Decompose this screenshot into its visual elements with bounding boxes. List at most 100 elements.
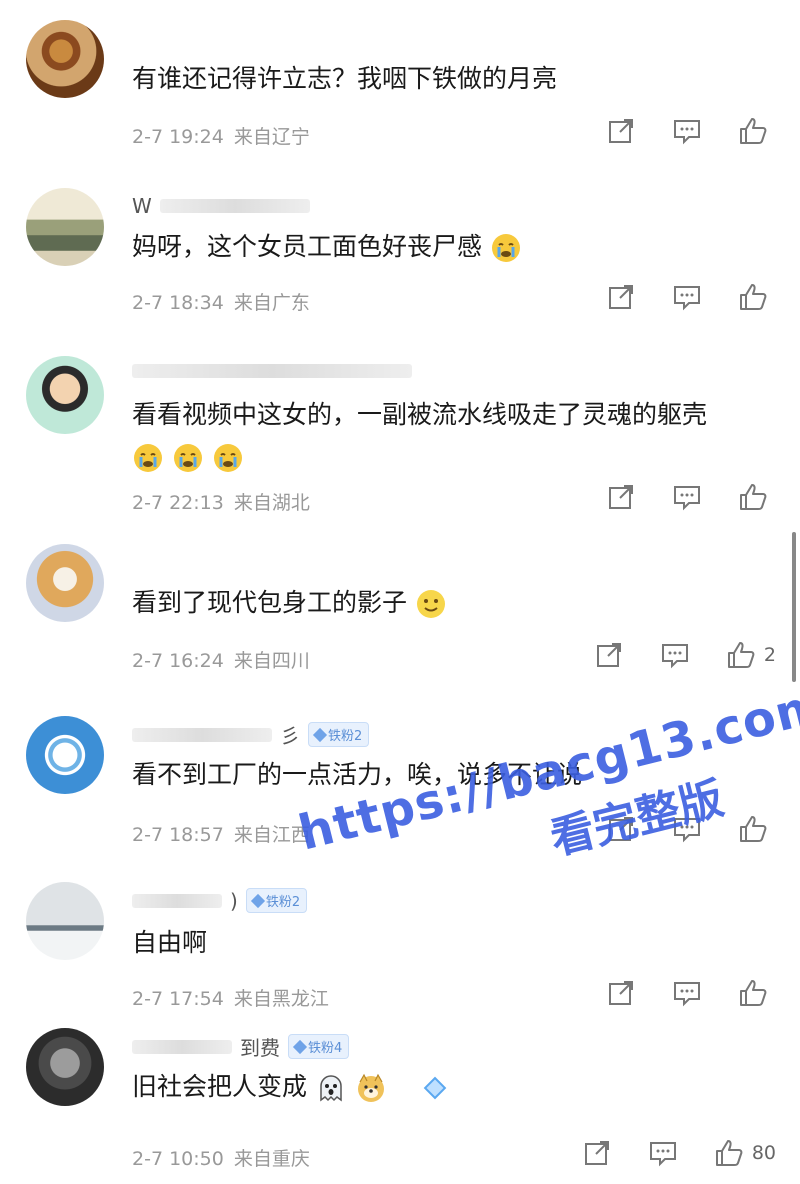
comment-time: 2-7 18:57 xyxy=(132,824,224,846)
crying-face-emoji xyxy=(173,444,202,472)
like-button[interactable]: 80 xyxy=(714,1138,776,1168)
comment-time: 2-7 18:34 xyxy=(132,292,224,314)
reply-button[interactable] xyxy=(660,640,690,670)
reply-button[interactable] xyxy=(672,978,702,1008)
share-icon xyxy=(596,643,621,667)
comment-username[interactable] xyxy=(132,364,412,378)
share-button[interactable] xyxy=(594,640,624,670)
like-button[interactable]: 2 xyxy=(726,640,776,670)
like-button[interactable] xyxy=(738,282,776,312)
comment-icon xyxy=(674,286,700,311)
like-button[interactable] xyxy=(738,978,776,1008)
comment-actions xyxy=(606,282,776,312)
comment-item: W 妈呀，这个女员工面色好丧尸感 2-7 18:34 来自广东 xyxy=(0,166,800,335)
comment-icon xyxy=(674,120,700,145)
comment-time: 2-7 22:13 xyxy=(132,492,224,514)
blurred-username xyxy=(132,727,272,742)
comment-time: 2-7 16:24 xyxy=(132,650,224,672)
share-button[interactable] xyxy=(606,978,636,1008)
comment-meta: 2-7 18:57 来自江西 xyxy=(132,820,310,847)
comment-location: 来自辽宁 xyxy=(233,126,310,148)
like-count: 2 xyxy=(763,644,776,666)
comment-text: 看不到工厂的一点活力，唉，说多不让说 xyxy=(132,760,583,789)
like-count: 80 xyxy=(751,1142,776,1164)
comment-icon xyxy=(674,982,700,1007)
comment-text: 妈呀，这个女员工面色好丧尸感 xyxy=(132,226,780,268)
like-button[interactable] xyxy=(738,814,776,844)
comment-username[interactable]: 到费 铁粉4 xyxy=(132,1032,350,1061)
comment-item: 到费 铁粉4 旧社会把人变成 2-7 10:50 来自重庆 80 xyxy=(0,1018,800,1184)
blurred-username xyxy=(132,1039,232,1054)
comment-username[interactable]: W xyxy=(132,194,310,218)
comment-actions xyxy=(606,482,776,512)
comment-meta: 2-7 19:24 来自辽宁 xyxy=(132,122,310,149)
reply-button[interactable] xyxy=(672,116,702,146)
thumbs-up-icon xyxy=(740,118,767,144)
scrollbar[interactable] xyxy=(792,532,796,682)
avatar[interactable] xyxy=(26,356,104,434)
comment-time: 2-7 19:24 xyxy=(132,126,224,148)
reply-button[interactable] xyxy=(672,814,702,844)
reply-button[interactable] xyxy=(672,482,702,512)
comment-actions: 2 xyxy=(594,640,776,670)
like-button[interactable] xyxy=(738,116,776,146)
comment-location: 来自黑龙江 xyxy=(233,988,329,1010)
avatar[interactable] xyxy=(26,1028,104,1106)
comment-text: 看到了现代包身工的影子 xyxy=(132,582,780,624)
comment-username[interactable]: 彡 铁粉2 xyxy=(132,720,370,749)
comment-actions: 80 xyxy=(582,1138,776,1168)
comment-text: 自由啊 xyxy=(132,928,208,957)
ghost-emoji xyxy=(320,1075,342,1102)
comment-text: 看看视频中这女的，一副被流水线吸走了灵魂的躯壳 xyxy=(132,394,780,478)
comment-meta: 2-7 16:24 来自四川 xyxy=(132,646,310,673)
comment-item: ) 铁粉2 自由啊 2-7 17:54 来自黑龙江 xyxy=(0,860,800,1019)
share-button[interactable] xyxy=(606,282,636,312)
crying-face-emoji xyxy=(213,444,242,472)
avatar[interactable] xyxy=(26,716,104,794)
reply-button[interactable] xyxy=(648,1138,678,1168)
diamond-icon xyxy=(312,727,328,742)
comment-time: 2-7 10:50 xyxy=(132,1148,224,1170)
doge-emoji xyxy=(357,1073,384,1102)
comment-text: 旧社会把人变成 xyxy=(132,1066,780,1108)
fan-badge[interactable]: 铁粉2 xyxy=(245,888,308,913)
comment-actions xyxy=(606,116,776,146)
like-button[interactable] xyxy=(738,482,776,512)
share-button[interactable] xyxy=(582,1138,612,1168)
comment-actions xyxy=(606,814,776,844)
share-icon xyxy=(609,485,633,509)
comment-location: 来自四川 xyxy=(233,650,310,672)
comment-icon xyxy=(661,644,688,669)
thumbs-up-icon xyxy=(740,284,767,310)
crying-face-emoji xyxy=(134,444,162,472)
diamond-sparkle-icon xyxy=(423,1076,447,1100)
comment-item: 彡 铁粉2 看不到工厂的一点活力，唉，说多不让说 2-7 18:57 来自江西 xyxy=(0,690,800,861)
diamond-icon xyxy=(292,1039,308,1054)
thumbs-up-icon xyxy=(740,816,767,842)
avatar[interactable] xyxy=(26,188,104,266)
smiling-face-emoji xyxy=(416,590,445,618)
comment-text: 有谁还记得许立志？我咽下铁做的月亮 xyxy=(132,64,558,93)
share-icon xyxy=(609,981,633,1005)
comment-username[interactable]: ) 铁粉2 xyxy=(132,888,308,913)
fan-badge[interactable]: 铁粉2 xyxy=(308,722,370,747)
share-button[interactable] xyxy=(606,482,636,512)
blurred-username xyxy=(132,893,222,908)
reply-button[interactable] xyxy=(672,282,702,312)
thumbs-up-icon xyxy=(740,980,767,1006)
share-button[interactable] xyxy=(606,116,636,146)
avatar[interactable] xyxy=(26,20,104,98)
comment-location: 来自广东 xyxy=(233,292,310,314)
comment-location: 来自湖北 xyxy=(233,492,310,514)
share-icon xyxy=(584,1141,609,1165)
fan-badge[interactable]: 铁粉4 xyxy=(288,1034,350,1059)
avatar[interactable] xyxy=(26,544,104,622)
avatar[interactable] xyxy=(26,882,104,960)
crying-face-emoji xyxy=(491,234,520,262)
share-icon xyxy=(609,285,633,309)
thumbs-up-icon xyxy=(715,1140,743,1166)
comment-location: 来自江西 xyxy=(233,824,310,846)
comment-location: 来自重庆 xyxy=(233,1148,310,1170)
blurred-username xyxy=(132,364,412,378)
share-button[interactable] xyxy=(606,814,636,844)
